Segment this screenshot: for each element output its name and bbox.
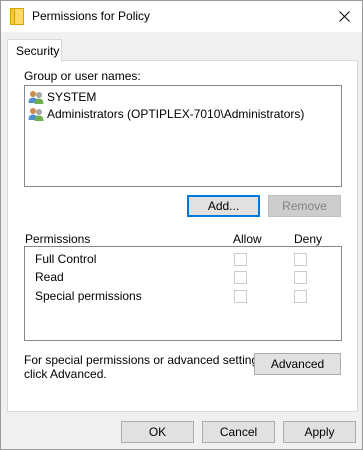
allow-header: Allow (233, 232, 262, 246)
add-button[interactable]: Add... (187, 195, 260, 217)
close-icon (339, 11, 350, 22)
user-name: SYSTEM (47, 90, 97, 104)
close-button[interactable] (327, 1, 362, 32)
deny-checkbox[interactable] (294, 290, 307, 303)
advanced-text-line1: For special permissions or advanced sett… (24, 353, 268, 367)
allow-checkbox[interactable] (234, 253, 247, 266)
tab-security-label: Security (16, 44, 60, 58)
permission-name: Read (35, 270, 64, 284)
permissions-list: Permissions Allow Deny Full Control Read… (24, 232, 342, 341)
permission-name: Special permissions (35, 289, 142, 303)
advanced-text-line2: click Advanced. (24, 367, 107, 381)
user-name: Administrators (OPTIPLEX-7010\Administra… (47, 107, 305, 121)
advanced-button[interactable]: Advanced (254, 353, 341, 375)
permission-name: Full Control (35, 252, 97, 266)
remove-button[interactable]: Remove (268, 195, 341, 217)
group-user-list[interactable]: SYSTEM Administrators (OPTIPLEX-7010\Adm… (24, 85, 342, 187)
table-row: Read (25, 269, 341, 285)
window-title: Permissions for Policy (32, 9, 151, 23)
list-item[interactable]: Administrators (OPTIPLEX-7010\Administra… (28, 106, 304, 122)
table-row: Special permissions (25, 288, 341, 304)
tab-security[interactable]: Security (7, 39, 62, 61)
footer-divider (1, 412, 362, 413)
users-icon (28, 91, 44, 104)
folder-icon (10, 8, 24, 25)
apply-button[interactable]: Apply (283, 421, 356, 443)
users-icon (28, 108, 44, 121)
list-item[interactable]: SYSTEM (28, 89, 96, 105)
permissions-header: Permissions (25, 232, 91, 246)
permissions-dialog: Permissions for Policy Security Group or… (0, 0, 363, 450)
deny-header: Deny (294, 232, 323, 246)
allow-checkbox[interactable] (234, 290, 247, 303)
ok-button[interactable]: OK (121, 421, 194, 443)
allow-checkbox[interactable] (234, 271, 247, 284)
title-bar[interactable]: Permissions for Policy (1, 1, 362, 32)
group-label: Group or user names: (24, 69, 141, 83)
cancel-button[interactable]: Cancel (202, 421, 275, 443)
deny-checkbox[interactable] (294, 253, 307, 266)
deny-checkbox[interactable] (294, 271, 307, 284)
table-row: Full Control (25, 251, 341, 267)
